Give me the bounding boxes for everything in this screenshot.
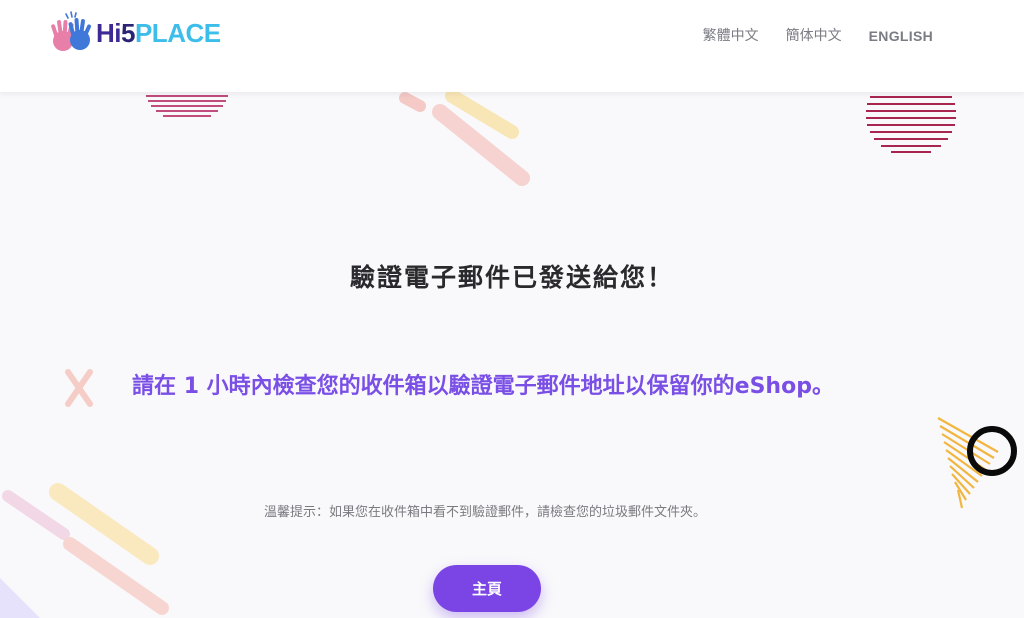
verification-content: 驗證電子郵件已發送給您！ 請在 1 小時內檢查您的收件箱以驗證電子郵件地址以保留… [0, 0, 1024, 618]
spam-folder-tip: 溫馨提示：如果您在收件箱中看不到驗證郵件，請檢查您的垃圾郵件文件夾。 [263, 505, 706, 520]
check-inbox-message: 請在 1 小時內檢查您的收件箱以驗證電子郵件地址以保留你的eShop。 [132, 374, 834, 399]
brand-wordmark: Hi5PLACE [96, 18, 221, 48]
language-nav: 繁體中文 簡体中文 ENGLISH [703, 27, 933, 45]
logo-text-5: 5 [121, 18, 135, 48]
lang-simplified-chinese-link[interactable]: 簡体中文 [786, 27, 842, 45]
lang-english-link[interactable]: ENGLISH [869, 27, 933, 45]
logo-text-hi: Hi [96, 18, 122, 48]
top-header: Hi5PLACE 繁體中文 簡体中文 ENGLISH [0, 0, 1024, 92]
waving-hands-icon [51, 11, 92, 51]
page-title: 驗證電子郵件已發送給您！ [349, 263, 674, 292]
home-button[interactable]: 主頁 [433, 565, 541, 612]
logo-text-place: PLACE [134, 18, 221, 48]
lang-traditional-chinese-link[interactable]: 繁體中文 [703, 27, 759, 45]
